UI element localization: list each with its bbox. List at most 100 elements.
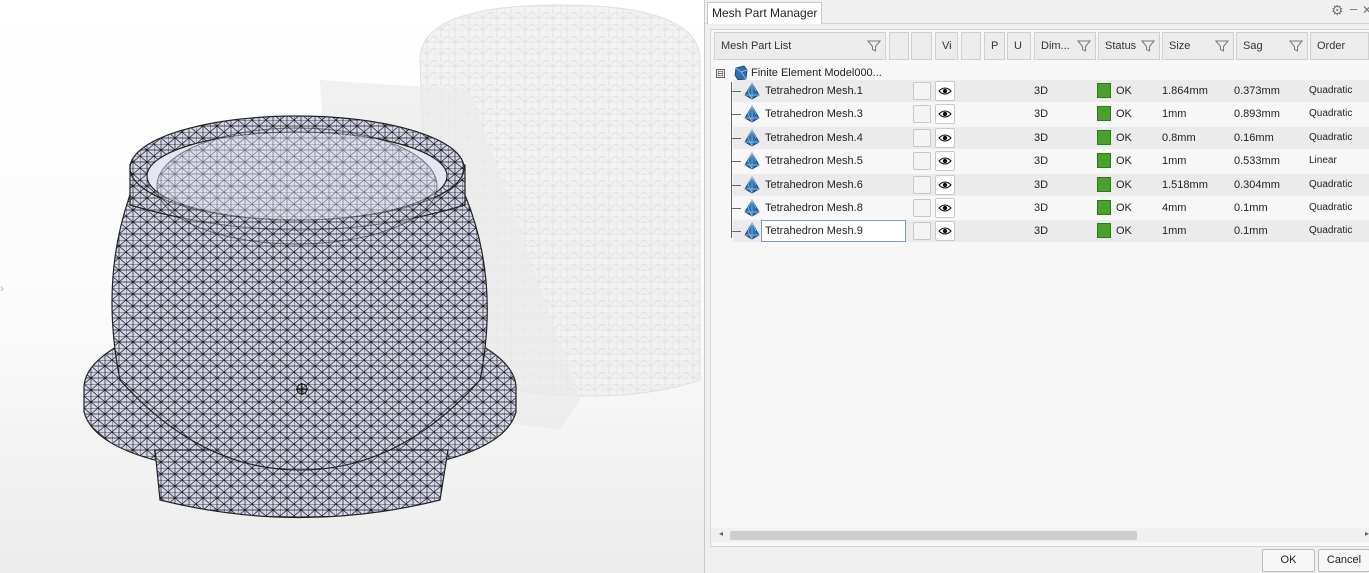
close-icon[interactable]: ✕ xyxy=(1362,3,1369,17)
table-row[interactable]: Tetrahedron Mesh.9 3D OK 1mm 0.1mm Quadratic xyxy=(731,220,1369,242)
filter-icon[interactable] xyxy=(1215,39,1229,53)
visibility-toggle[interactable] xyxy=(935,81,955,101)
dimension-cell: 3D xyxy=(1034,132,1049,144)
tetrahedron-mesh-icon xyxy=(744,199,760,217)
order-cell: Quadratic xyxy=(1309,225,1353,236)
column-header-size[interactable]: Size xyxy=(1162,32,1234,60)
tree-root-label[interactable]: Finite Element Model000... xyxy=(751,67,882,79)
ok-button[interactable]: OK xyxy=(1262,549,1315,572)
sag-cell: 0.893mm xyxy=(1234,108,1280,120)
column-header-sag[interactable]: Sag xyxy=(1236,32,1308,60)
viewport-canvas[interactable] xyxy=(0,0,704,573)
visibility-toggle[interactable] xyxy=(935,221,955,241)
status-cell: OK xyxy=(1116,225,1132,237)
3d-viewport[interactable]: › xyxy=(0,0,704,573)
show-toggle-checkbox[interactable] xyxy=(913,199,931,217)
mesh-part-name[interactable]: Tetrahedron Mesh.6 xyxy=(762,174,866,196)
show-toggle-checkbox[interactable] xyxy=(913,152,931,170)
tetrahedron-mesh-icon xyxy=(744,82,760,100)
tetrahedron-mesh-icon xyxy=(744,152,760,170)
dimension-cell: 3D xyxy=(1034,179,1049,191)
mesh-part xyxy=(83,115,517,519)
size-cell: 1.864mm xyxy=(1162,85,1208,97)
gear-icon[interactable]: ⚙ xyxy=(1331,3,1345,17)
visibility-toggle[interactable] xyxy=(935,128,955,148)
size-cell: 1mm xyxy=(1162,108,1187,120)
table-row[interactable]: Tetrahedron Mesh.4 3D OK 0.8mm 0.16mm Quadrat… xyxy=(731,127,1369,149)
column-header-blank-2[interactable] xyxy=(911,32,932,60)
show-toggle-checkbox[interactable] xyxy=(913,176,931,194)
column-header-visibility[interactable]: Vi xyxy=(935,32,958,60)
mesh-part-name[interactable]: Tetrahedron Mesh.8 xyxy=(762,197,866,219)
cancel-button[interactable]: Cancel xyxy=(1318,549,1369,572)
column-header-mesh-part-list[interactable]: Mesh Part List xyxy=(714,32,886,60)
status-ok-icon xyxy=(1097,106,1111,121)
column-header-status[interactable]: Status xyxy=(1098,32,1160,60)
column-header-dimension[interactable]: Dim... xyxy=(1034,32,1096,60)
table-row[interactable]: Tetrahedron Mesh.1 3D OK 1.864mm 0.373mm Quad… xyxy=(731,80,1369,102)
status-cell: OK xyxy=(1116,155,1132,167)
column-header-order[interactable]: Order xyxy=(1310,32,1369,60)
scroll-right-icon[interactable]: ▸ xyxy=(1365,529,1369,538)
table-row[interactable]: Tetrahedron Mesh.5 3D OK 1mm 0.533mm Linear xyxy=(731,150,1369,172)
visibility-toggle[interactable] xyxy=(935,175,955,195)
visibility-toggle[interactable] xyxy=(935,198,955,218)
minimize-icon[interactable]: – xyxy=(1350,2,1360,16)
column-header-label: P xyxy=(991,40,999,52)
order-cell: Quadratic xyxy=(1309,132,1353,143)
dimension-cell: 3D xyxy=(1034,202,1049,214)
order-cell: Quadratic xyxy=(1309,179,1353,190)
collapse-toggle-icon[interactable]: ⊟ xyxy=(716,69,725,78)
column-header-blank-1[interactable] xyxy=(889,32,909,60)
filter-icon[interactable] xyxy=(1289,39,1303,53)
tree-connector xyxy=(731,161,741,162)
scroll-left-icon[interactable]: ◂ xyxy=(719,529,723,538)
show-toggle-checkbox[interactable] xyxy=(913,129,931,147)
status-ok-icon xyxy=(1097,223,1111,238)
order-cell: Quadratic xyxy=(1309,108,1353,119)
sag-cell: 0.1mm xyxy=(1234,225,1268,237)
visibility-toggle[interactable] xyxy=(935,151,955,171)
filter-icon[interactable] xyxy=(1141,39,1155,53)
tree-connector xyxy=(731,185,741,186)
sag-cell: 0.304mm xyxy=(1234,179,1280,191)
table-row[interactable]: Tetrahedron Mesh.3 3D OK 1mm 0.893mm Quadrati… xyxy=(731,103,1369,125)
status-cell: OK xyxy=(1116,108,1132,120)
column-header-label: Mesh Part List xyxy=(721,40,792,52)
eye-icon xyxy=(938,204,952,212)
mesh-part-name[interactable]: Tetrahedron Mesh.4 xyxy=(762,127,866,149)
mesh-part-name[interactable]: Tetrahedron Mesh.5 xyxy=(762,150,866,172)
show-toggle-checkbox[interactable] xyxy=(913,82,931,100)
status-cell: OK xyxy=(1116,202,1132,214)
tree-connector xyxy=(731,231,741,232)
mesh-part-name[interactable]: Tetrahedron Mesh.9 xyxy=(761,220,906,242)
mesh-part-name[interactable]: Tetrahedron Mesh.3 xyxy=(762,103,866,125)
panel-expand-icon[interactable]: › xyxy=(0,281,10,297)
column-header-u[interactable]: U xyxy=(1007,32,1031,60)
visibility-toggle[interactable] xyxy=(935,104,955,124)
column-header-label: Sag xyxy=(1243,40,1263,52)
horizontal-scrollbar[interactable]: ◂ ▸ xyxy=(711,528,1369,542)
mesh-part-table: Mesh Part List Vi P U Dim... Status Size… xyxy=(710,29,1369,547)
column-header-label: Vi xyxy=(942,40,952,52)
filter-icon[interactable] xyxy=(867,39,881,53)
mesh-part-name[interactable]: Tetrahedron Mesh.1 xyxy=(762,80,866,102)
show-toggle-checkbox[interactable] xyxy=(913,222,931,240)
eye-icon xyxy=(938,181,952,189)
sag-cell: 0.16mm xyxy=(1234,132,1274,144)
eye-icon xyxy=(938,227,952,235)
column-header-blank-3[interactable] xyxy=(961,32,981,60)
mesh-part-manager-panel: Mesh Part Manager ⚙ – ✕ Mesh Part List V… xyxy=(704,0,1369,573)
show-toggle-checkbox[interactable] xyxy=(913,105,931,123)
sag-cell: 0.1mm xyxy=(1234,202,1268,214)
status-ok-icon xyxy=(1097,153,1111,168)
order-cell: Quadratic xyxy=(1309,202,1353,213)
filter-icon[interactable] xyxy=(1077,39,1091,53)
table-row[interactable]: Tetrahedron Mesh.6 3D OK 1.518mm 0.304mm Quad… xyxy=(731,174,1369,196)
tree-connector xyxy=(731,82,732,238)
column-header-p[interactable]: P xyxy=(984,32,1005,60)
table-row[interactable]: Tetrahedron Mesh.8 3D OK 4mm 0.1mm Quadratic xyxy=(731,197,1369,219)
size-cell: 1mm xyxy=(1162,155,1187,167)
scrollbar-thumb[interactable] xyxy=(730,531,1137,540)
tree-connector xyxy=(731,208,741,209)
